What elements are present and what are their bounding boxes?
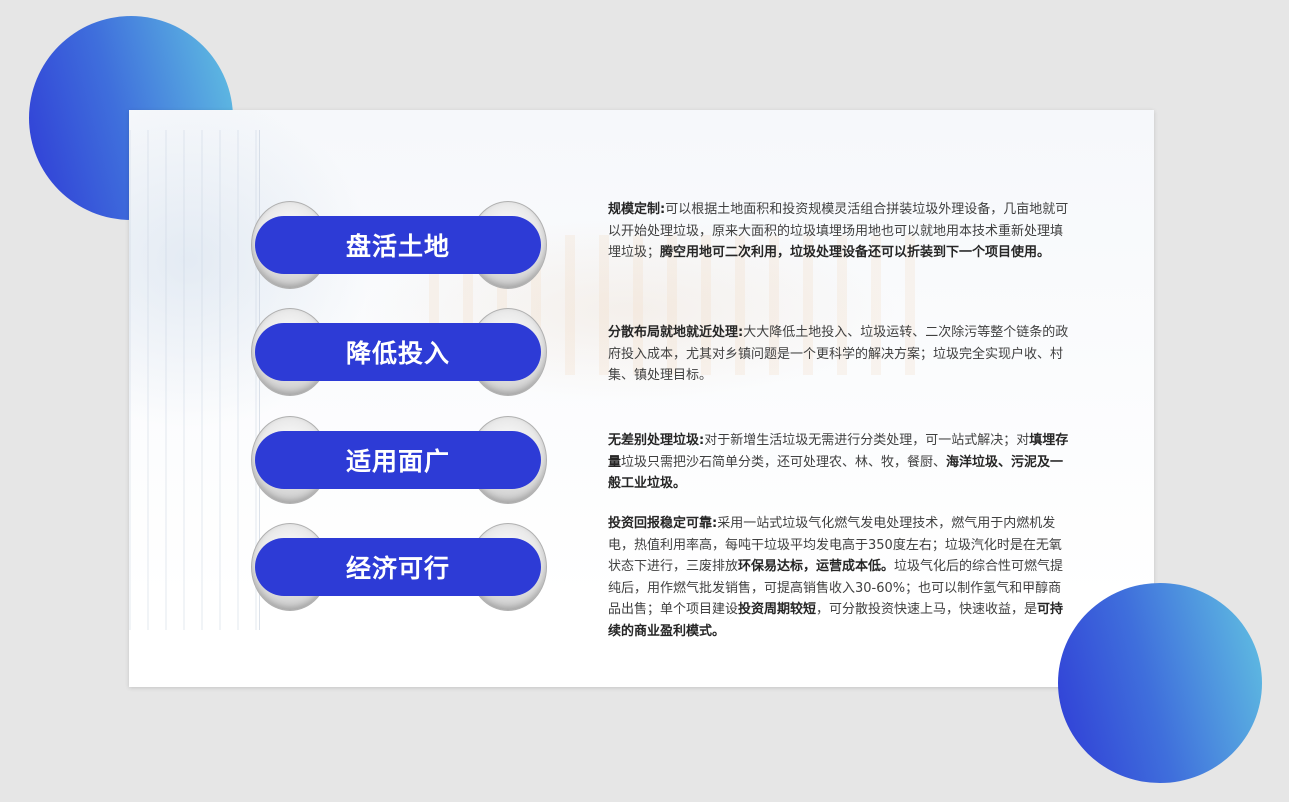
feature-badge-4: 经济可行 (251, 523, 547, 613)
decorative-circle-bottom-right (1058, 583, 1262, 783)
feature-badge-2: 降低投入 (251, 308, 547, 398)
desc-bold-segment: 投资周期较短 (738, 602, 817, 617)
feature-badge-3: 适用面广 (251, 416, 547, 506)
desc-bold-segment: 腾空用地可二次利用，垃圾处理设备还可以折装到下一个项目使用。 (660, 245, 1051, 260)
desc-bold-segment: 分散布局就地就近处理: (608, 325, 744, 340)
feature-badge-1: 盘活土地 (251, 201, 547, 291)
desc-bold-segment: 规模定制: (608, 202, 666, 217)
desc-bold-segment: 环保易达标，运营成本低。 (738, 559, 895, 574)
feature-title-2: 降低投入 (255, 323, 541, 381)
feature-title-4: 经济可行 (255, 538, 541, 596)
desc-text-segment: 垃圾只需把沙石简单分类，还可处理农、林、牧，餐厨、 (621, 454, 947, 470)
feature-desc-4: 投资回报稳定可靠:采用一站式垃圾气化燃气发电处理技术，燃气用于内燃机发电，热值利… (608, 513, 1070, 642)
feature-title-3: 适用面广 (255, 431, 541, 489)
feature-desc-1: 规模定制:可以根据土地面积和投资规模灵活组合拼装垃圾外理设备，几亩地就可以开始处… (608, 199, 1070, 264)
desc-bold-segment: 投资回报稳定可靠: (608, 516, 718, 531)
background-building (129, 130, 260, 630)
desc-bold-segment: 无差别处理垃圾: (608, 433, 705, 448)
feature-desc-3: 无差别处理垃圾:对于新增生活垃圾无需进行分类处理，可一站式解决；对填埋存量垃圾只… (608, 430, 1070, 495)
desc-text-segment: 对于新增生活垃圾无需进行分类处理，可一站式解决；对 (704, 433, 1030, 448)
feature-desc-2: 分散布局就地就近处理:大大降低土地投入、垃圾运转、二次除污等整个链条的政府投入成… (608, 322, 1070, 387)
feature-title-1: 盘活土地 (255, 216, 541, 274)
desc-text-segment: ，可分散投资快速上马，快速收益，是 (816, 602, 1038, 617)
